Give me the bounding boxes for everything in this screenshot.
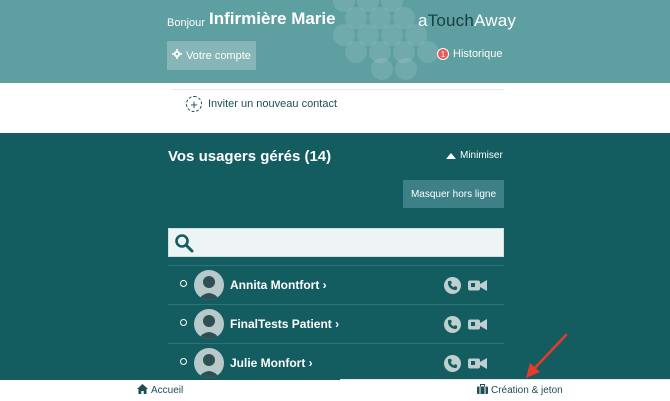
bottom-navigation: Accueil Création & jeton <box>0 378 670 401</box>
user-name: Infirmière Marie <box>209 9 336 28</box>
avatar <box>194 270 224 300</box>
history-label: Historique <box>453 48 503 60</box>
account-button-label: Votre compte <box>186 49 251 62</box>
gear-icon <box>172 49 183 62</box>
nav-creation-token[interactable]: Création & jeton <box>477 384 563 397</box>
app-header: Bonjour Infirmière Marie aTouchAway Votr… <box>0 0 670 83</box>
greeting-text: Bonjour <box>167 17 205 29</box>
avatar <box>194 348 224 378</box>
phone-icon[interactable] <box>444 277 461 294</box>
minimize-label: Minimiser <box>460 150 503 161</box>
nav-creation-label: Création & jeton <box>491 385 563 396</box>
search-icon <box>174 233 194 258</box>
hide-offline-button[interactable]: Masquer hors ligne <box>403 180 504 208</box>
video-camera-icon[interactable] <box>468 279 488 297</box>
search-input[interactable] <box>197 233 501 254</box>
user-row[interactable]: Julie Monfort › <box>168 343 504 382</box>
briefcase-icon <box>477 384 488 397</box>
nav-home-label: Accueil <box>151 385 184 396</box>
app-logo: aTouchAway <box>418 11 517 30</box>
offline-status-icon <box>180 319 187 326</box>
phone-icon[interactable] <box>444 316 461 333</box>
managed-users-title: Vos usagers gérés (14) <box>168 148 332 165</box>
avatar <box>194 309 224 339</box>
history-count-badge: 1 <box>437 48 449 60</box>
minimize-button[interactable]: Minimiser <box>446 150 503 161</box>
account-button[interactable]: Votre compte <box>167 41 256 70</box>
user-name-link[interactable]: Annita Montfort › <box>230 278 327 292</box>
history-link[interactable]: 1 Historique <box>437 48 503 60</box>
user-row[interactable]: FinalTests Patient › <box>168 304 504 343</box>
plus-icon: + <box>186 96 202 112</box>
phone-icon[interactable] <box>444 355 461 372</box>
nav-home[interactable]: Accueil <box>137 384 183 397</box>
video-camera-icon[interactable] <box>468 318 488 336</box>
active-tab-indicator <box>0 378 340 380</box>
caret-up-icon <box>446 152 456 159</box>
divider <box>172 89 504 90</box>
video-camera-icon[interactable] <box>468 357 488 375</box>
offline-status-icon <box>180 358 187 365</box>
invite-label: Inviter un nouveau contact <box>208 98 338 110</box>
invite-contact-link[interactable]: + Inviter un nouveau contact <box>186 96 337 112</box>
offline-status-icon <box>180 280 187 287</box>
home-icon <box>137 384 148 397</box>
user-name-link[interactable]: Julie Monfort › <box>230 356 313 370</box>
annotation-arrow <box>526 333 568 378</box>
user-row[interactable]: Annita Montfort › <box>168 265 504 304</box>
user-name-link[interactable]: FinalTests Patient › <box>230 317 339 331</box>
search-box <box>168 228 504 257</box>
